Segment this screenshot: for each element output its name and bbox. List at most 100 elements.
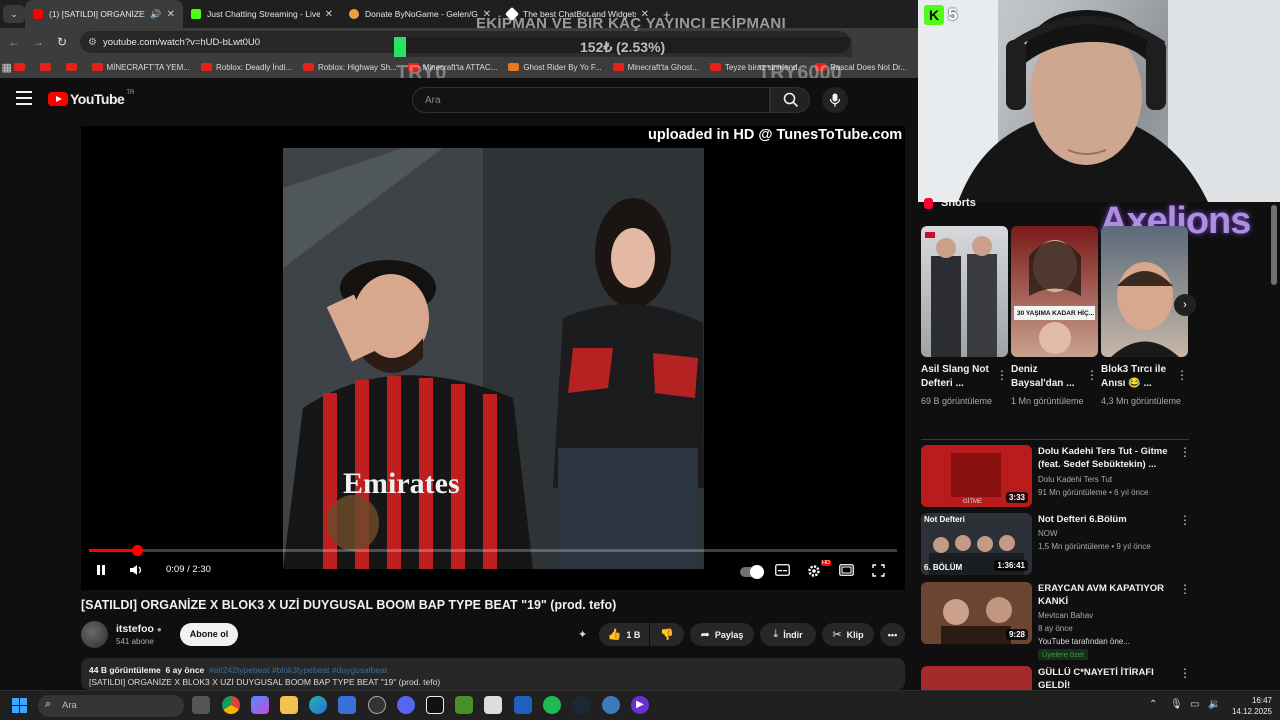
bookmark-item[interactable] <box>65 63 81 71</box>
speaker-icon[interactable]: 🔊 <box>150 9 161 20</box>
copilot-icon[interactable] <box>251 696 269 714</box>
chrome-icon[interactable] <box>222 696 240 714</box>
volume-icon[interactable] <box>129 564 143 579</box>
apps-grid-icon[interactable]: ▦ <box>0 61 14 74</box>
video-thumbnail[interactable]: 9:28 <box>921 582 1032 644</box>
store-icon[interactable] <box>338 696 356 714</box>
seek-handle[interactable] <box>132 545 144 556</box>
display-icon[interactable]: ▭ <box>1190 699 1199 710</box>
youtube-logo[interactable]: YouTube TR <box>48 90 134 107</box>
volume-icon[interactable]: 🔉 <box>1208 699 1220 710</box>
globe-icon[interactable] <box>602 696 620 714</box>
voice-search-button[interactable] <box>822 87 848 113</box>
channel-avatar[interactable] <box>81 621 108 648</box>
pause-icon[interactable] <box>95 564 107 579</box>
channel-name[interactable]: itstefoo <box>116 623 154 635</box>
virtualbox-icon[interactable] <box>514 696 532 714</box>
search-button[interactable] <box>770 87 810 113</box>
short-card[interactable]: 30 YAŞIMA KADAR HİÇ... Deniz Baysal'dan … <box>1011 226 1098 408</box>
minecraft-icon[interactable] <box>455 696 473 714</box>
like-button[interactable]: 👍 1 B <box>599 623 649 646</box>
site-info-icon[interactable]: ⚙ <box>88 37 97 48</box>
recommendation-item[interactable]: Not Defteri 6. BÖLÜM 1:36:41 Not Defteri… <box>921 513 1191 575</box>
tab-youtube[interactable]: (1) [SATILDI] ORGANİZE X B 🔊 ✕ <box>25 0 183 28</box>
steam-icon[interactable] <box>572 696 590 714</box>
dislike-button[interactable]: 👎 <box>650 623 684 646</box>
tab-search-button[interactable]: ⌄ <box>3 5 25 23</box>
seek-bar[interactable] <box>89 545 897 556</box>
spotify-icon[interactable] <box>543 696 561 714</box>
video-thumbnail[interactable]: Not Defteri 6. BÖLÜM 1:36:41 <box>921 513 1032 575</box>
video-title[interactable]: Not Defteri 6.Bölüm <box>1038 513 1178 526</box>
video-thumbnail[interactable] <box>921 666 1032 690</box>
short-title[interactable]: Asil Slang Not Defteri ... <box>921 363 1008 392</box>
short-title[interactable]: Deniz Baysal'dan ... <box>1011 363 1098 392</box>
search-input[interactable]: Ara <box>412 87 770 113</box>
bookmark-item[interactable]: Ghost Rider By Yo F... <box>508 63 602 72</box>
video-title[interactable]: Dolu Kadehi Ters Tut - Gitme (feat. Sede… <box>1038 445 1178 471</box>
more-actions-button[interactable]: ••• <box>880 623 905 646</box>
clip-button[interactable]: ✂ Klip <box>822 623 874 646</box>
more-vert-icon[interactable]: ⋮ <box>1179 513 1191 527</box>
sidebar-scrollbar[interactable] <box>1271 205 1277 285</box>
system-clock[interactable]: 16:47 14.12.2025 <box>1228 695 1272 717</box>
bookmark-item[interactable] <box>39 63 55 71</box>
reload-icon[interactable]: ↻ <box>50 35 74 49</box>
settings-gear-icon[interactable] <box>807 564 821 581</box>
menu-icon[interactable] <box>16 91 32 105</box>
theater-mode-icon[interactable] <box>839 564 854 579</box>
more-vert-icon[interactable]: ⋮ <box>1176 368 1188 382</box>
video-player[interactable]: Emirates uploaded in HD @ TunesToTube.co… <box>81 126 905 590</box>
chevron-up-icon[interactable]: ⌃ <box>1149 699 1157 710</box>
edge-icon[interactable] <box>309 696 327 714</box>
task-view-icon[interactable] <box>192 696 210 714</box>
bookmark-item[interactable]: Roblox: Deadly İndi... <box>200 63 292 72</box>
channel-name[interactable]: Dolu Kadehi Ters Tut <box>1038 475 1112 484</box>
media-player-icon[interactable]: ▶ <box>631 696 649 714</box>
obs-icon[interactable] <box>368 696 386 714</box>
close-tab-icon[interactable]: ✕ <box>325 9 333 20</box>
more-vert-icon[interactable]: ⋮ <box>1179 445 1191 459</box>
microphone-icon[interactable]: 🎙 <box>1170 699 1183 710</box>
fullscreen-icon[interactable] <box>872 564 885 580</box>
channel-name[interactable]: NOW <box>1038 529 1058 538</box>
short-title[interactable]: Blok3 Tırcı ile Anısı 😂 ... <box>1101 363 1188 392</box>
app-icon[interactable] <box>484 696 502 714</box>
close-tab-icon[interactable]: ✕ <box>167 9 175 20</box>
video-title[interactable]: GÜLLÜ C*NAYETİ İTİRAFI GELDİ! <box>1038 666 1178 690</box>
more-vert-icon[interactable]: ⋮ <box>996 368 1008 382</box>
short-thumbnail[interactable]: 30 YAŞIMA KADAR HİÇ... <box>1011 226 1098 357</box>
share-button[interactable]: ➦ Paylaş <box>690 623 754 646</box>
short-card[interactable]: Asil Slang Not Defteri ... 69 B görüntül… <box>921 226 1008 408</box>
channel-name[interactable]: Mevtcan Bahav <box>1038 611 1093 620</box>
forward-icon[interactable]: → <box>26 35 50 49</box>
bookmark-item[interactable]: Minecraft'ta Ghost... <box>612 63 699 72</box>
subscribe-button[interactable]: Abone ol <box>180 623 238 646</box>
bookmark-item[interactable]: Roblox: Highway Sh... <box>303 63 397 72</box>
shorts-next-button[interactable]: › <box>1174 294 1196 316</box>
sparkle-icon[interactable]: ✦ <box>578 628 587 641</box>
bookmark-item[interactable] <box>13 63 29 71</box>
recommendation-item[interactable]: 9:28 ERAYCAN AVM KAPATIYOR KANKİ Mevtcan… <box>921 582 1191 660</box>
back-icon[interactable]: ← <box>2 35 26 49</box>
short-thumbnail[interactable] <box>921 226 1008 357</box>
tab-kick[interactable]: Just Chatting Streaming - Live S ✕ <box>183 0 341 28</box>
more-vert-icon[interactable]: ⋮ <box>1086 368 1098 382</box>
capcut-icon[interactable] <box>426 696 444 714</box>
subtitles-icon[interactable] <box>775 564 790 579</box>
autoplay-toggle[interactable] <box>740 565 764 579</box>
recommendation-item[interactable]: GİTME 3:33 Dolu Kadehi Ters Tut - Gitme … <box>921 445 1191 507</box>
hashtags[interactable]: #ati242typebeat #blok3typebeat #duygusal… <box>209 665 387 675</box>
more-vert-icon[interactable]: ⋮ <box>1179 582 1191 596</box>
short-thumbnail[interactable] <box>1101 226 1188 357</box>
more-vert-icon[interactable]: ⋮ <box>1179 666 1189 680</box>
bookmark-item[interactable]: MİNECRAFT'TA YEM... <box>91 63 190 72</box>
windows-start-icon[interactable] <box>12 698 28 714</box>
file-explorer-icon[interactable] <box>280 696 298 714</box>
channel-name-row[interactable]: itstefoo ● <box>116 623 162 635</box>
video-title[interactable]: ERAYCAN AVM KAPATIYOR KANKİ <box>1038 582 1178 608</box>
recommendation-item[interactable]: GÜLLÜ C*NAYETİ İTİRAFI GELDİ! ⋮ <box>921 666 1189 690</box>
discord-icon[interactable] <box>397 696 415 714</box>
download-button[interactable]: ⤓ İndir <box>760 623 816 646</box>
taskbar-search-input[interactable]: ⌕ Ara <box>38 695 184 717</box>
